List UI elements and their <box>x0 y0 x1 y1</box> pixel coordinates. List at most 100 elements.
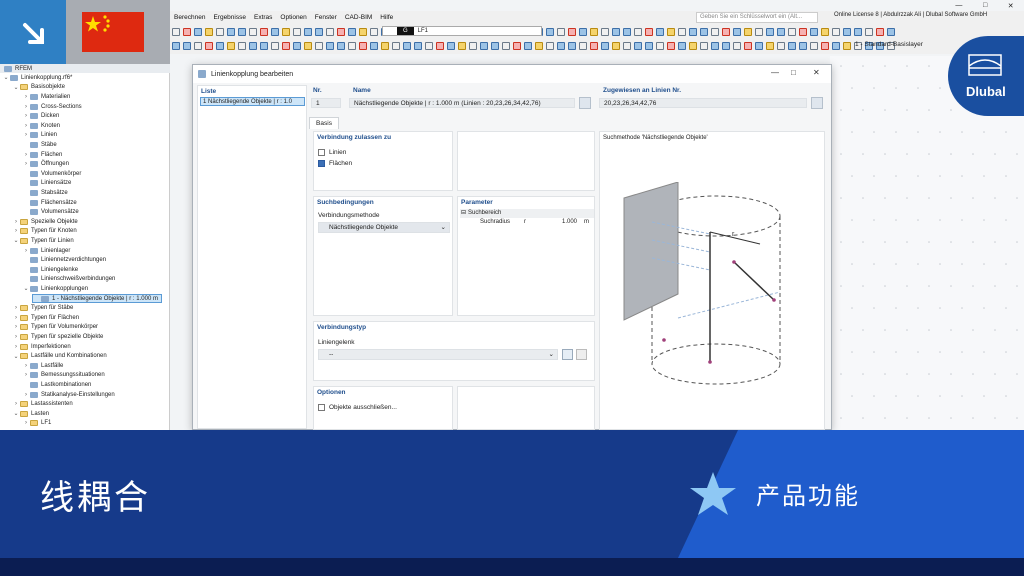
layer-select[interactable]: 1 - Standard-Basislayer <box>855 41 923 48</box>
toolbar-tool-icon[interactable] <box>326 42 334 50</box>
toolbar-tool-icon[interactable] <box>579 42 587 50</box>
toolbar-tool-icon[interactable] <box>645 28 653 36</box>
exclude-checkbox[interactable] <box>318 404 325 411</box>
toolbar-tool-icon[interactable] <box>227 42 235 50</box>
name-field[interactable]: Nächstliegende Objekte | r : 1.000 m (Li… <box>349 98 575 108</box>
toolbar-tool-icon[interactable] <box>733 42 741 50</box>
toolbar-tool-icon[interactable] <box>744 28 752 36</box>
tree-item[interactable]: › LF1 <box>22 419 51 429</box>
chevron-down-icon[interactable]: ⌄ <box>12 237 20 244</box>
toolbar-tool-icon[interactable] <box>502 42 510 50</box>
toolbar-tool-icon[interactable] <box>216 28 224 36</box>
tree-item[interactable]: › Typen für Volumenkörper <box>12 323 98 333</box>
toolbar-tool-icon[interactable] <box>557 42 565 50</box>
toolbar-tool-icon[interactable] <box>689 28 697 36</box>
tree-item[interactable]: › Lastfälle <box>22 361 63 371</box>
toolbar-tool-icon[interactable] <box>194 28 202 36</box>
toolbar-tool-icon[interactable] <box>491 42 499 50</box>
toolbar-tool-icon[interactable] <box>359 42 367 50</box>
toolbar-tool-icon[interactable] <box>469 42 477 50</box>
toolbar-tool-icon[interactable] <box>480 42 488 50</box>
tree-item[interactable]: Linienschweißverbindungen <box>22 275 115 285</box>
toolbar-tool-icon[interactable] <box>744 42 752 50</box>
chevron-right-icon[interactable]: › <box>22 392 30 398</box>
toolbar-tool-icon[interactable] <box>260 28 268 36</box>
toolbar-tool-icon[interactable] <box>656 28 664 36</box>
toolbar-tool-icon[interactable] <box>821 42 829 50</box>
chevron-down-icon[interactable]: ⌄ <box>12 84 20 91</box>
chevron-right-icon[interactable]: › <box>22 123 30 129</box>
toolbar-tool-icon[interactable] <box>623 42 631 50</box>
toolbar-tool-icon[interactable] <box>590 28 598 36</box>
toolbar-tool-icon[interactable] <box>612 28 620 36</box>
toolbar-tool-icon[interactable] <box>656 42 664 50</box>
toolbar-tool-icon[interactable] <box>458 42 466 50</box>
toolbar-tool-icon[interactable] <box>172 42 180 50</box>
toolbar-tool-icon[interactable] <box>271 42 279 50</box>
param-group-row[interactable]: ⊟ Suchbereich <box>460 209 594 218</box>
toolbar-tool-icon[interactable] <box>535 42 543 50</box>
tree-item[interactable]: Volumenkörper <box>22 169 81 179</box>
toolbar-tool-icon[interactable] <box>755 42 763 50</box>
lines-checkbox-row[interactable]: Linien <box>318 149 346 156</box>
method-select[interactable]: Nächstliegende Objekte ⌄ <box>318 222 450 233</box>
chevron-right-icon[interactable]: › <box>22 248 30 254</box>
menu-fenster[interactable]: Fenster <box>311 14 341 21</box>
tree-item[interactable]: Flächensätze <box>22 198 77 208</box>
toolbar-tool-icon[interactable] <box>392 42 400 50</box>
toolbar-tool-icon[interactable] <box>590 42 598 50</box>
toolbar-tool-icon[interactable] <box>645 42 653 50</box>
toolbar-tool-icon[interactable] <box>700 28 708 36</box>
toolbar-tool-icon[interactable] <box>788 28 796 36</box>
toolbar-tool-icon[interactable] <box>766 28 774 36</box>
tree-item[interactable]: › Dicken <box>22 111 59 121</box>
chevron-down-icon[interactable]: ⌄ <box>22 285 30 292</box>
toolbar-tool-icon[interactable] <box>733 28 741 36</box>
toolbar-tool-icon[interactable] <box>370 42 378 50</box>
surfaces-checkbox[interactable] <box>318 160 325 167</box>
toolbar-tool-icon[interactable] <box>260 42 268 50</box>
toolbar-tool-icon[interactable] <box>667 42 675 50</box>
toolbar-tool-icon[interactable] <box>788 42 796 50</box>
toolbar-tool-icon[interactable] <box>447 42 455 50</box>
chevron-right-icon[interactable]: › <box>12 401 20 407</box>
toolbar-tool-icon[interactable] <box>689 42 697 50</box>
tree-item[interactable]: › Öffnungen <box>22 159 69 169</box>
chevron-right-icon[interactable]: › <box>12 305 20 311</box>
tree-item[interactable]: › Typen für Stäbe <box>12 303 73 313</box>
toolbar-tool-icon[interactable] <box>205 42 213 50</box>
toolbar-tool-icon[interactable] <box>887 28 895 36</box>
tree-item[interactable]: › Cross-Sections <box>22 102 82 112</box>
tree-item[interactable]: › Spezielle Objekte <box>12 217 78 227</box>
toolbar-tool-icon[interactable] <box>755 28 763 36</box>
toolbar-tool-icon[interactable] <box>348 28 356 36</box>
chevron-right-icon[interactable]: › <box>12 228 20 234</box>
toolbar-tool-icon[interactable] <box>799 28 807 36</box>
toolbar-tool-icon[interactable] <box>612 42 620 50</box>
toolbar-tool-icon[interactable] <box>348 42 356 50</box>
close-icon[interactable]: ✕ <box>813 68 820 77</box>
tree-item[interactable]: › Imperfektionen <box>12 342 71 352</box>
search-input[interactable]: Geben Sie ein Schlüsselwort ein (Alt... <box>696 12 818 23</box>
tree-item[interactable]: › Materialien <box>22 92 70 102</box>
toolbar-tool-icon[interactable] <box>546 28 554 36</box>
toolbar-tool-icon[interactable] <box>337 28 345 36</box>
pick-lines-button[interactable] <box>811 97 823 109</box>
assigned-lines-field[interactable]: 20,23,26,34,42,76 <box>599 98 807 108</box>
tree-item[interactable]: › Typen für Flächen <box>12 313 79 323</box>
menu-cad-bim[interactable]: CAD-BIM <box>341 14 376 21</box>
toolbar-tool-icon[interactable] <box>876 28 884 36</box>
toolbar-tool-icon[interactable] <box>678 42 686 50</box>
tree-item[interactable]: › Lastassistenten <box>12 399 73 409</box>
menu-extras[interactable]: Extras <box>250 14 276 21</box>
tree-item[interactable]: › Flächen <box>22 150 62 160</box>
toolbar-tool-icon[interactable] <box>315 42 323 50</box>
menu-optionen[interactable]: Optionen <box>276 14 310 21</box>
chevron-right-icon[interactable]: › <box>12 219 20 225</box>
exclude-checkbox-row[interactable]: Objekte ausschließen... <box>318 404 397 411</box>
list-item[interactable]: 1 Nächstliegende Objekte | r : 1.0 <box>200 97 305 106</box>
chevron-right-icon[interactable]: › <box>22 420 30 426</box>
toolbar-tool-icon[interactable] <box>546 42 554 50</box>
tab-basis[interactable]: Basis <box>309 117 339 129</box>
toolbar-tool-icon[interactable] <box>678 28 686 36</box>
